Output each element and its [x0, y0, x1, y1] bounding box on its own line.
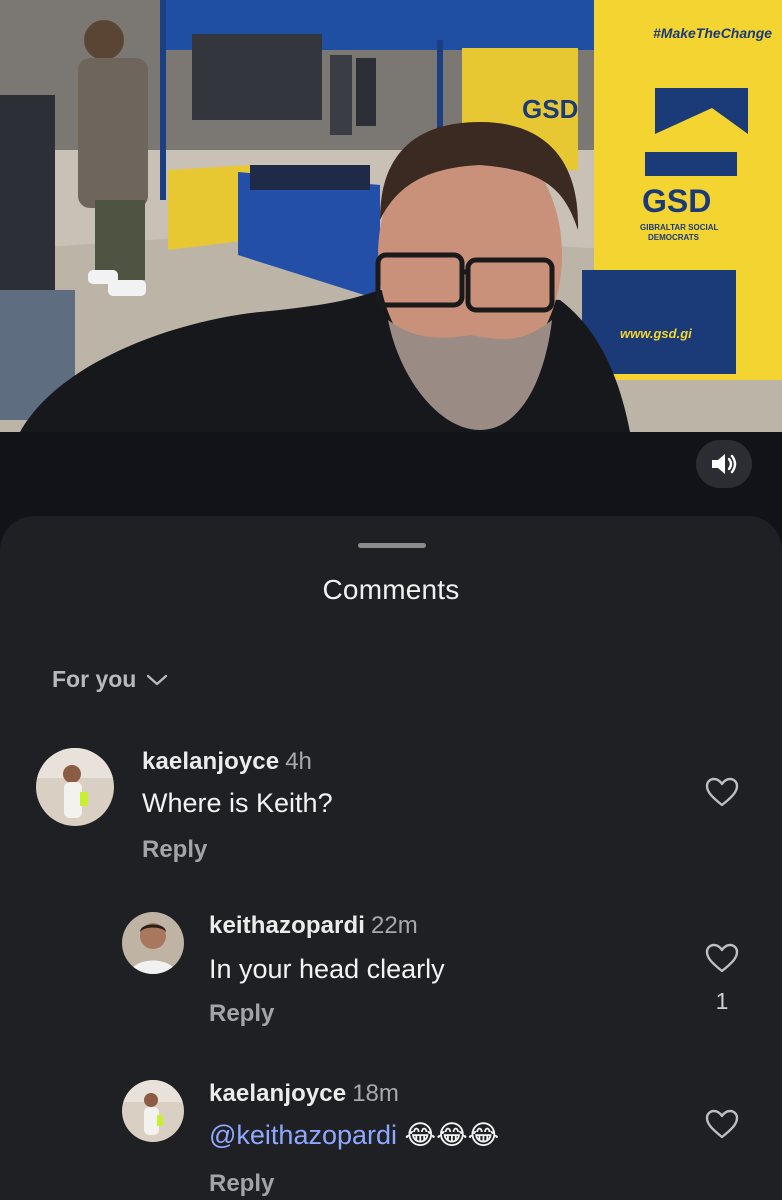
comments-sheet: Comments For you kaelanjoyce 4h Where is … — [0, 516, 782, 1200]
video-player[interactable]: #MakeTheChange GSD GIBRALTAR SOCIAL DEMO… — [0, 0, 782, 432]
banner-subtitle-1: GIBRALTAR SOCIAL — [640, 223, 718, 232]
heart-icon — [705, 943, 739, 973]
sheet-title: Comments — [322, 574, 460, 605]
emoji-text: 😂😂😂 — [404, 1120, 500, 1150]
comment-text: @keithazopardi 😂😂😂 — [209, 1120, 499, 1151]
like-button[interactable] — [704, 776, 740, 813]
like-count: 1 — [715, 988, 729, 1014]
heart-icon — [705, 1109, 739, 1139]
comment-username[interactable]: keithazopardi — [209, 912, 365, 939]
comment-username[interactable]: kaelanjoyce — [142, 748, 279, 775]
avatar[interactable] — [122, 912, 184, 974]
sound-toggle-button[interactable] — [696, 440, 752, 488]
filter-label: For you — [52, 666, 137, 692]
user-mention-link[interactable]: @keithazopardi — [209, 1120, 397, 1150]
banner-hashtag: #MakeTheChange — [653, 25, 772, 41]
comment-item: keithazopardi 22m In your head clearly Re… — [0, 912, 782, 1042]
reply-button[interactable]: Reply — [142, 836, 207, 864]
comment-timestamp: 18m — [352, 1080, 399, 1107]
banner-url: www.gsd.gi — [620, 326, 692, 341]
comment-username[interactable]: kaelanjoyce — [209, 1080, 346, 1107]
like-button[interactable] — [704, 942, 740, 979]
comment-timestamp: 22m — [371, 912, 418, 939]
reply-button[interactable]: Reply — [209, 1170, 274, 1198]
comment-filter-dropdown[interactable]: For you — [52, 666, 168, 693]
video-frame: #MakeTheChange GSD GIBRALTAR SOCIAL DEMO… — [0, 0, 782, 432]
speaker-icon — [712, 454, 737, 474]
drag-handle[interactable] — [358, 543, 426, 548]
heart-icon — [705, 777, 739, 807]
avatar[interactable] — [122, 1080, 184, 1142]
banner-subtitle-2: DEMOCRATS — [648, 233, 700, 242]
comment-text: Where is Keith? — [142, 788, 333, 818]
comment-timestamp: 4h — [285, 748, 312, 775]
like-button[interactable] — [704, 1108, 740, 1145]
small-banner-logo: GSD — [522, 94, 578, 124]
comment-item: kaelanjoyce 18m @keithazopardi 😂😂😂 Reply — [0, 1080, 782, 1200]
reply-button[interactable]: Reply — [209, 1000, 274, 1028]
chevron-down-icon — [146, 666, 168, 693]
comment-text: In your head clearly — [209, 954, 445, 984]
avatar[interactable] — [36, 748, 114, 826]
comment-item: kaelanjoyce 4h Where is Keith? Reply — [0, 744, 782, 874]
banner-logo-text: GSD — [642, 183, 711, 219]
